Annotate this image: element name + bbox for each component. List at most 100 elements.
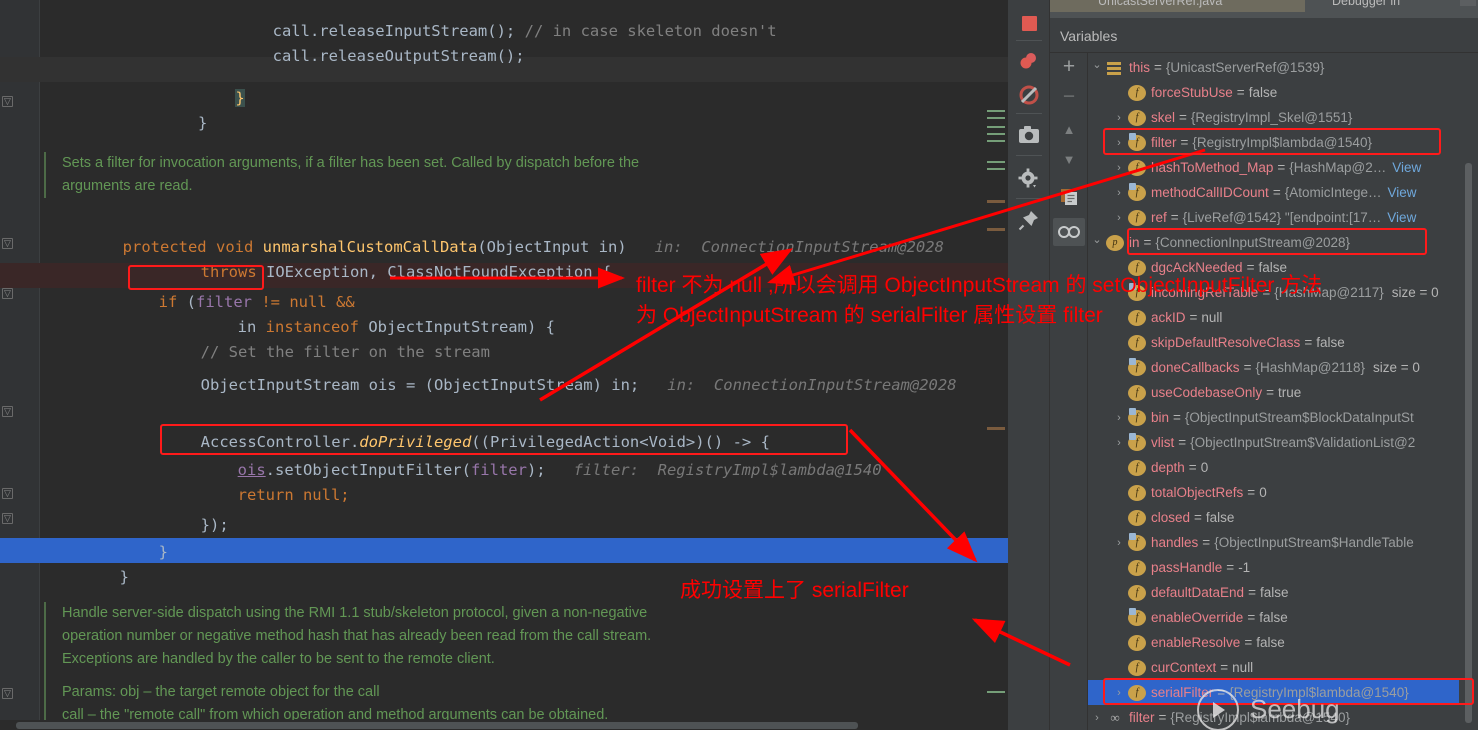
tab-debugger[interactable]: Debugger in [1332, 0, 1400, 8]
tree-expand-chevron-icon[interactable] [1088, 236, 1106, 249]
variable-row[interactable]: fackID=null [1088, 305, 1472, 330]
field-icon: f [1128, 635, 1146, 651]
tree-expand-chevron-icon[interactable] [1110, 112, 1128, 124]
annotation-note-success: 成功设置上了 serialFilter [680, 576, 909, 606]
variable-row[interactable]: fref={LiveRef@1542} "[endpoint:[17…View [1088, 205, 1472, 230]
variable-row[interactable]: fdefaultDataEnd=false [1088, 580, 1472, 605]
editor-scroll-thumb[interactable] [16, 722, 858, 729]
variable-row[interactable]: fforceStubUse=false [1088, 80, 1472, 105]
variable-name: forceStubUse [1151, 85, 1233, 100]
variable-row[interactable]: fenableOverride=false [1088, 605, 1472, 630]
variable-row[interactable]: fmethodCallIDCount={AtomicIntege…View [1088, 180, 1472, 205]
settings-button[interactable] [1013, 164, 1045, 194]
variable-name: ackID [1151, 310, 1186, 325]
mute-breakpoints-button[interactable] [1013, 80, 1045, 110]
javadoc-tooltip-upper: Sets a filter for invocation arguments, … [62, 152, 852, 198]
glasses-icon [1058, 225, 1080, 239]
variable-name: enableResolve [1151, 635, 1240, 650]
variables-panel[interactable]: UnicastServerRef.java Debugger in Variab… [1050, 0, 1478, 730]
variable-value: 0 [1259, 485, 1267, 500]
copy-icon [1060, 188, 1078, 206]
variable-row[interactable]: fpassHandle=-1 [1088, 555, 1472, 580]
variable-equals: = [1247, 610, 1255, 625]
tree-expand-chevron-icon[interactable] [1110, 537, 1128, 549]
javadoc-line: arguments are read. [62, 175, 852, 198]
pin-button[interactable] [1013, 205, 1045, 235]
variable-name: hashToMethod_Map [1151, 160, 1273, 175]
javadoc-line: operation number or negative method hash… [62, 625, 962, 648]
variable-row[interactable]: fvlist={ObjectInputStream$ValidationList… [1088, 430, 1472, 455]
debug-toolbar[interactable] [1008, 0, 1050, 730]
variable-equals: = [1244, 635, 1252, 650]
inspect-button[interactable] [1053, 218, 1085, 246]
move-down-button[interactable]: ▼ [1053, 145, 1085, 173]
variable-name: curContext [1151, 660, 1216, 675]
move-up-button[interactable]: ▲ [1053, 115, 1085, 143]
variable-row[interactable]: fclosed=false [1088, 505, 1472, 530]
highlight-box-var-filter [1103, 128, 1441, 155]
copy-value-button[interactable] [1053, 183, 1085, 211]
highlight-box-if-filter [128, 265, 264, 290]
variable-row[interactable]: fdepth=0 [1088, 455, 1472, 480]
variable-equals: = [1220, 660, 1228, 675]
change-marker [987, 161, 1005, 163]
variable-row[interactable]: this={UnicastServerRef@1539} [1088, 55, 1472, 80]
variable-row[interactable]: fuseCodebaseOnly=true [1088, 380, 1472, 405]
tree-expand-chevron-icon[interactable] [1110, 437, 1128, 449]
variable-row[interactable]: fenableResolve=false [1088, 630, 1472, 655]
tree-expand-chevron-icon[interactable] [1110, 412, 1128, 424]
change-marker [987, 117, 1005, 119]
variable-row[interactable]: f totalObjectRefs = 0 [1088, 480, 1472, 505]
variable-equals: = [1247, 485, 1255, 500]
tab-unicastserverref[interactable]: UnicastServerRef.java [1098, 0, 1222, 8]
modified-marker-icon [1129, 358, 1136, 365]
field-icon: f [1128, 485, 1146, 501]
remove-watch-button[interactable]: − [1053, 83, 1085, 111]
stop-button[interactable] [1013, 8, 1045, 38]
annotation-note-filter-line2: 为 ObjectInputStream 的 serialFilter 属性设置 … [636, 301, 1103, 331]
variables-scrollbar-thumb[interactable] [1465, 163, 1472, 723]
tree-expand-chevron-icon[interactable] [1110, 187, 1128, 199]
window-button[interactable] [1460, 0, 1476, 6]
add-watch-button[interactable]: + [1053, 53, 1085, 81]
variable-row[interactable]: fskipDefaultResolveClass=false [1088, 330, 1472, 355]
variable-name: ref [1151, 210, 1167, 225]
variable-row[interactable]: fhashToMethod_Map={HashMap@2…View [1088, 155, 1472, 180]
tree-expand-chevron-icon[interactable] [1088, 712, 1106, 724]
field-icon: f [1128, 85, 1146, 101]
toolbar-divider [1016, 198, 1042, 199]
screenshot-button[interactable] [1013, 120, 1045, 150]
javadoc-tooltip-lower: Handle server-side dispatch using the RM… [62, 602, 962, 730]
variable-row[interactable]: fcurContext=null [1088, 655, 1472, 680]
variable-view-link[interactable]: View [1388, 185, 1417, 200]
modified-marker-icon [1129, 433, 1136, 440]
screenshot-root: ▽ ▽ ▽ ▽ ▽ ▽ ▽ ▽ ▽ call.releaseInputStrea… [0, 0, 1478, 730]
code-editor[interactable]: ▽ ▽ ▽ ▽ ▽ ▽ ▽ ▽ ▽ call.releaseInputStrea… [0, 0, 1010, 730]
editor-marker-track[interactable] [985, 0, 1010, 730]
inline-param-hint: in: ConnectionInputStream@2028 [667, 376, 956, 394]
debug-tabstrip[interactable]: UnicastServerRef.java Debugger in [1050, 0, 1478, 18]
variable-row[interactable]: fbin={ObjectInputStream$BlockDataInputSt [1088, 405, 1472, 430]
variable-value: {HashMap@2… [1289, 160, 1386, 175]
variables-scrollbar-track[interactable] [1459, 53, 1478, 730]
variable-name: handles [1151, 535, 1198, 550]
variable-value: 0 [1201, 460, 1209, 475]
gear-icon [1018, 168, 1040, 190]
tree-expand-chevron-icon[interactable] [1088, 61, 1106, 74]
variable-view-link[interactable]: View [1387, 210, 1416, 225]
variable-name: filter [1129, 710, 1155, 725]
variables-side-actions[interactable]: + − ▲ ▼ [1050, 53, 1088, 730]
variable-name: totalObjectRefs [1151, 485, 1243, 500]
variable-name: depth [1151, 460, 1185, 475]
variable-value: -1 [1238, 560, 1250, 575]
variable-row[interactable]: fhandles={ObjectInputStream$HandleTable [1088, 530, 1472, 555]
variable-row[interactable]: fdoneCallbacks={HashMap@2118}size = 0 [1088, 355, 1472, 380]
tree-expand-chevron-icon[interactable] [1110, 162, 1128, 174]
tree-expand-chevron-icon[interactable] [1110, 212, 1128, 224]
variable-row[interactable]: fskel={RegistryImpl_Skel@1551} [1088, 105, 1472, 130]
view-breakpoints-button[interactable] [1013, 46, 1045, 76]
watch-icon: ∞ [1106, 710, 1124, 726]
variable-view-link[interactable]: View [1392, 160, 1421, 175]
editor-horizontal-scrollbar[interactable] [0, 720, 1010, 730]
variable-equals: = [1173, 410, 1181, 425]
